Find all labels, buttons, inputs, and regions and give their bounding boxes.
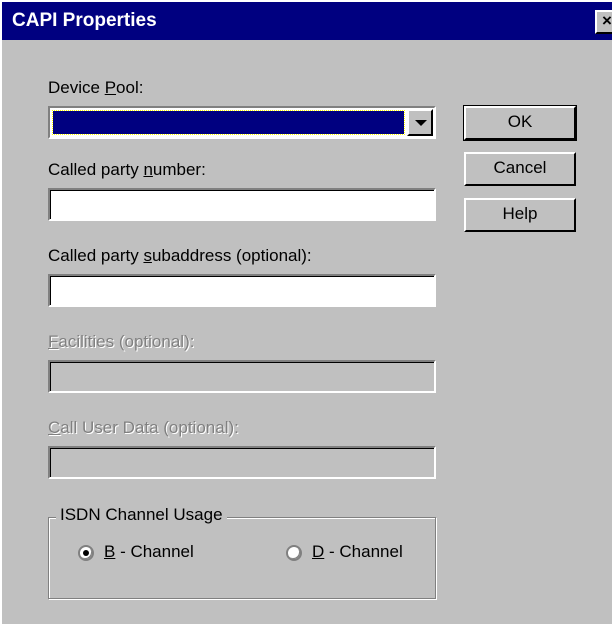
call-user-data-label-suffix: all User Data (optional):	[60, 418, 239, 437]
window-title: CAPI Properties	[12, 10, 157, 31]
device-pool-label-prefix: Device	[48, 78, 105, 97]
facilities-label-suffix: acilities (optional):	[58, 332, 195, 351]
called-number-label-prefix: Called party	[48, 160, 144, 179]
ok-button[interactable]: OK	[463, 105, 577, 141]
called-number-label: Called party number:	[48, 160, 206, 180]
title-bar[interactable]: CAPI Properties ×	[2, 2, 612, 40]
called-subaddress-label-suffix: ubaddress (optional):	[151, 246, 312, 265]
d-channel-label[interactable]: D - Channel	[312, 542, 403, 562]
isdn-channel-usage-title: ISDN Channel Usage	[56, 505, 227, 525]
device-pool-label: Device Pool:	[48, 78, 143, 98]
facilities-label: Facilities (optional):	[48, 332, 194, 352]
called-number-label-suffix: umber:	[152, 160, 206, 179]
device-pool-combobox[interactable]	[48, 106, 436, 139]
called-subaddress-label-mnemonic: s	[143, 246, 152, 265]
b-channel-label[interactable]: B - Channel	[104, 542, 194, 562]
close-icon: ×	[602, 11, 612, 30]
device-pool-label-mnemonic: P	[104, 78, 117, 97]
call-user-data-label: Call User Data (optional):	[48, 418, 239, 438]
capi-properties-dialog: CAPI Properties × Device Pool: Called pa…	[0, 0, 612, 624]
cancel-button[interactable]: Cancel	[464, 152, 576, 186]
call-user-data-input	[48, 446, 436, 479]
help-button[interactable]: Help	[464, 198, 576, 232]
called-subaddress-input[interactable]	[48, 274, 436, 307]
chevron-down-icon[interactable]	[407, 109, 433, 136]
facilities-input	[48, 360, 436, 393]
b-channel-radio[interactable]	[78, 545, 94, 561]
close-button[interactable]: ×	[595, 10, 612, 34]
called-number-input[interactable]	[48, 188, 436, 221]
called-number-label-mnemonic: n	[143, 160, 153, 179]
called-subaddress-label: Called party subaddress (optional):	[48, 246, 312, 266]
b-channel-suffix: - Channel	[115, 542, 194, 561]
b-channel-mnemonic: B	[104, 542, 116, 561]
call-user-data-label-mnemonic: C	[48, 418, 61, 437]
d-channel-suffix: - Channel	[324, 542, 403, 561]
d-channel-radio[interactable]	[286, 545, 302, 561]
facilities-label-mnemonic: F	[48, 332, 59, 351]
device-pool-label-suffix: ool:	[116, 78, 144, 97]
d-channel-mnemonic: D	[312, 542, 325, 561]
device-pool-selected-value[interactable]	[52, 110, 405, 135]
called-subaddress-label-prefix: Called party	[48, 246, 144, 265]
